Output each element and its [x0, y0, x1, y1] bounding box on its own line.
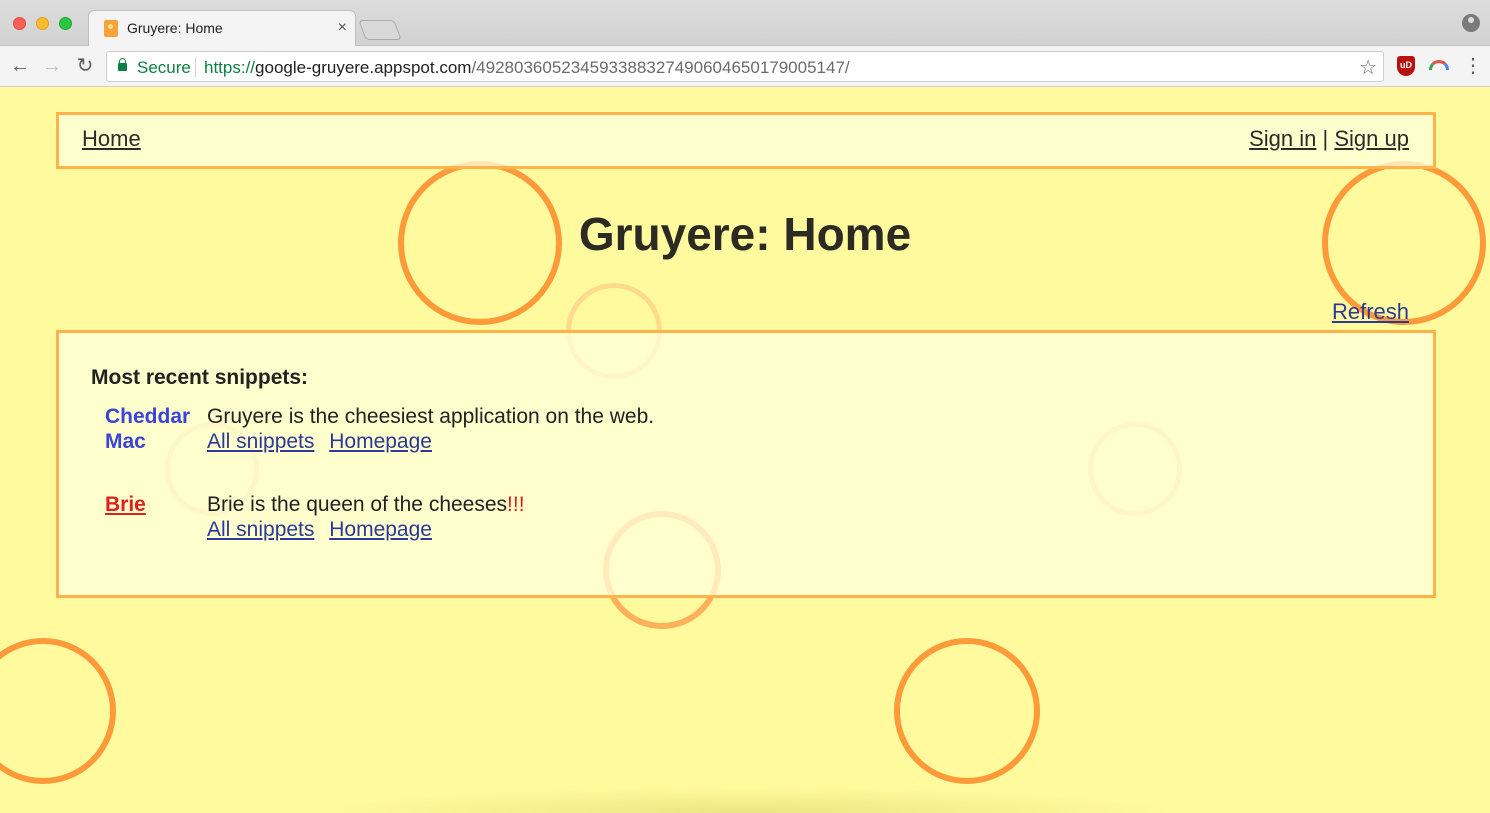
address-bar[interactable]: Secure https://google-gruyere.appspot.co… [106, 51, 1384, 82]
page-title: Gruyere: Home [578, 208, 912, 260]
browser-menu-icon[interactable]: ⋮ [1463, 54, 1483, 78]
url-scheme: https:// [204, 58, 256, 77]
decorative-circle [0, 638, 116, 784]
secure-label: Secure [137, 58, 191, 77]
new-tab-button[interactable] [358, 20, 402, 40]
maximize-window-button[interactable] [59, 17, 72, 30]
author-name-line2: Mac [105, 430, 146, 453]
browser-tab-bar: Gruyere: Home × [0, 0, 1490, 46]
snippets-heading: Most recent snippets: [91, 366, 309, 389]
bottom-shadow [310, 787, 1180, 813]
cheese-favicon-icon [104, 20, 118, 37]
url-host: google-gruyere.appspot.com [255, 58, 472, 77]
snippet-text: Gruyere is the cheesiest application on … [207, 405, 655, 428]
url-divider [195, 57, 196, 77]
page-content: Home Sign in | Sign up Gruyere: Home Ref… [0, 87, 1490, 813]
snippet-author[interactable]: Brie [105, 492, 205, 517]
all-snippets-link[interactable]: All snippets [207, 518, 314, 541]
back-arrow-icon[interactable]: ← [8, 54, 32, 78]
homepage-link[interactable]: Homepage [329, 430, 432, 453]
tab-title: Gruyere: Home [127, 20, 223, 36]
browser-tab[interactable]: Gruyere: Home × [88, 10, 356, 46]
bookmark-star-icon[interactable]: ☆ [1359, 55, 1377, 80]
account-links: Sign in | Sign up [1249, 126, 1409, 152]
url-text[interactable]: https://google-gruyere.appspot.com/49280… [204, 58, 850, 78]
sign-up-link[interactable]: Sign up [1334, 126, 1409, 151]
close-window-button[interactable] [13, 17, 26, 30]
snippet-links: All snippets Homepage [207, 517, 441, 542]
reload-icon[interactable]: ↻ [73, 54, 97, 78]
homepage-link[interactable]: Homepage [329, 518, 432, 541]
ublock-shield-icon[interactable]: uD [1397, 56, 1415, 76]
browser-toolbar: ← → ↻ Secure https://google-gruyere.apps… [0, 46, 1490, 87]
author-name-line1: Cheddar [105, 405, 191, 428]
profile-icon[interactable] [1462, 14, 1480, 32]
snippet-author[interactable]: Cheddar Mac [105, 404, 205, 454]
snippet-text-body: Brie is the queen of the cheeses [207, 493, 508, 516]
url-path: /492803605234593388327490604650179005147… [471, 58, 850, 77]
sign-in-link[interactable]: Sign in [1249, 126, 1316, 151]
snippets-panel: Most recent snippets: Cheddar Mac Gruyer… [56, 330, 1436, 598]
refresh-link[interactable]: Refresh [1332, 299, 1409, 325]
lock-icon [118, 58, 127, 71]
top-menu-bar: Home Sign in | Sign up [56, 112, 1436, 169]
snippet-links: All snippets Homepage [207, 429, 441, 454]
decorative-circle [894, 638, 1040, 784]
tab-close-icon[interactable]: × [338, 18, 347, 38]
home-link[interactable]: Home [82, 126, 141, 152]
forward-arrow-icon[interactable]: → [40, 54, 64, 78]
minimize-window-button[interactable] [36, 17, 49, 30]
snippet-text: Brie is the queen of the cheeses!!! [207, 492, 525, 517]
all-snippets-link[interactable]: All snippets [207, 430, 314, 453]
snippet-text-emphasis: !!! [507, 493, 525, 516]
link-separator: | [1322, 126, 1329, 151]
